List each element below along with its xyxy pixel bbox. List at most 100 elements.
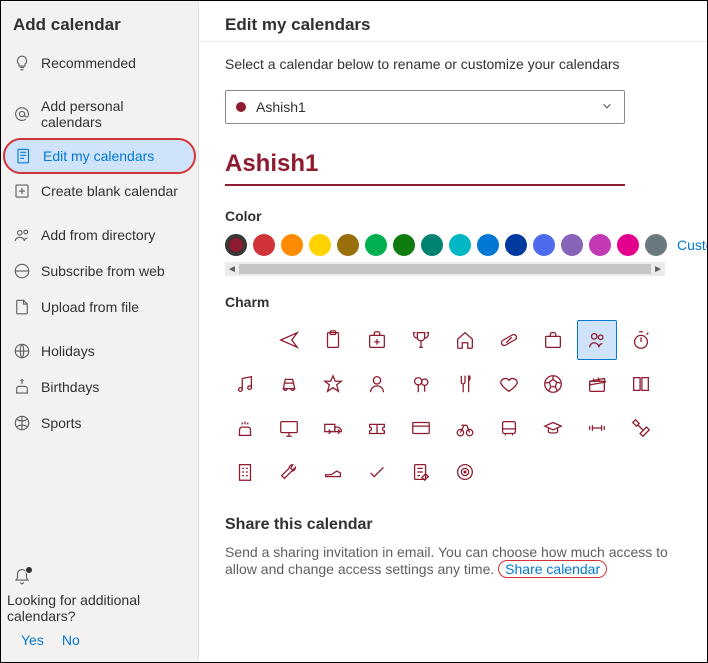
charm-grid [225, 320, 681, 492]
share-description: Send a sharing invitation in email. You … [225, 544, 681, 578]
charm-person[interactable] [357, 364, 397, 404]
notification-bell-icon[interactable] [13, 568, 31, 586]
sidebar-item-birthdays[interactable]: Birthdays [1, 369, 198, 405]
sidebar-item-label: Edit my calendars [43, 148, 154, 164]
share-calendar-link[interactable]: Share calendar [498, 560, 607, 578]
sidebar-item-add-personal[interactable]: Add personal calendars [1, 89, 198, 139]
sidebar-item-add-directory[interactable]: Add from directory [1, 217, 198, 253]
globe-sub-icon [13, 262, 31, 280]
sidebar-item-create-blank[interactable]: Create blank calendar [1, 173, 198, 209]
sidebar-item-label: Add from directory [41, 227, 155, 243]
plus-box-icon [13, 182, 31, 200]
page-subheading: Select a calendar below to rename or cus… [225, 56, 681, 72]
charm-bike[interactable] [445, 408, 485, 448]
chevron-down-icon [600, 99, 614, 116]
charm-plane[interactable] [269, 320, 309, 360]
color-swatch[interactable] [589, 234, 611, 256]
charm-shoe[interactable] [313, 452, 353, 492]
scroll-left-icon[interactable]: ◄ [227, 264, 237, 275]
share-heading: Share this calendar [225, 516, 681, 534]
charm-bus[interactable] [489, 408, 529, 448]
charm-clapper[interactable] [577, 364, 617, 404]
color-swatch[interactable] [365, 234, 387, 256]
charm-wrench[interactable] [269, 452, 309, 492]
scroll-thumb[interactable] [239, 264, 651, 274]
color-swatch[interactable] [617, 234, 639, 256]
charm-target[interactable] [445, 452, 485, 492]
color-swatch[interactable] [337, 234, 359, 256]
sidebar-footer: Looking for additional calendars? Yes No [1, 560, 198, 662]
charm-card[interactable] [401, 408, 441, 448]
color-swatch[interactable] [533, 234, 555, 256]
sidebar-item-label: Subscribe from web [41, 263, 165, 279]
color-swatch[interactable] [225, 234, 247, 256]
charm-heart[interactable] [489, 364, 529, 404]
charm-note-edit[interactable] [401, 452, 441, 492]
charm-clipboard[interactable] [313, 320, 353, 360]
charm-cake[interactable] [225, 408, 265, 448]
charm-car[interactable] [269, 364, 309, 404]
charm-check[interactable] [357, 452, 397, 492]
charm-dumbbell[interactable] [577, 408, 617, 448]
sidebar-item-label: Birthdays [41, 379, 99, 395]
charm-tools[interactable] [621, 408, 661, 448]
sidebar-item-label: Holidays [41, 343, 95, 359]
custom-color-link[interactable]: Custom [677, 237, 707, 253]
upload-icon [13, 298, 31, 316]
charm-book[interactable] [621, 364, 661, 404]
charm-fork[interactable] [445, 364, 485, 404]
charm-music[interactable] [225, 364, 265, 404]
charm-monitor[interactable] [269, 408, 309, 448]
cake-icon [13, 378, 31, 396]
calendar-select-value: Ashish1 [256, 99, 590, 115]
sidebar-item-label: Recommended [41, 55, 136, 71]
color-swatch[interactable] [477, 234, 499, 256]
footer-yes-link[interactable]: Yes [21, 632, 44, 648]
color-swatch[interactable] [253, 234, 275, 256]
sidebar-item-label: Add personal calendars [41, 98, 186, 130]
scroll-right-icon[interactable]: ► [653, 264, 663, 275]
charm-stopwatch[interactable] [621, 320, 661, 360]
sidebar: Add calendar Recommended Add personal ca… [1, 1, 199, 662]
sidebar-item-label: Upload from file [41, 299, 139, 315]
charm-pill[interactable] [489, 320, 529, 360]
color-swatch[interactable] [561, 234, 583, 256]
charm-building[interactable] [225, 452, 265, 492]
color-swatch[interactable] [309, 234, 331, 256]
sidebar-item-recommended[interactable]: Recommended [1, 45, 198, 81]
sidebar-item-label: Create blank calendar [41, 183, 178, 199]
color-swatch[interactable] [393, 234, 415, 256]
sidebar-item-edit-calendars[interactable]: Edit my calendars [5, 140, 194, 172]
sidebar-item-holidays[interactable]: Holidays [1, 333, 198, 369]
charm-soccer[interactable] [533, 364, 573, 404]
charm-star[interactable] [313, 364, 353, 404]
charm-balloons[interactable] [401, 364, 441, 404]
page-edit-icon [15, 147, 33, 165]
charm-truck[interactable] [313, 408, 353, 448]
color-swatch[interactable] [505, 234, 527, 256]
charm-briefcase[interactable] [533, 320, 573, 360]
sidebar-item-sports[interactable]: Sports [1, 405, 198, 441]
sidebar-item-upload-file[interactable]: Upload from file [1, 289, 198, 325]
charm-medkit[interactable] [357, 320, 397, 360]
at-icon [13, 105, 31, 123]
charm-people[interactable] [577, 320, 617, 360]
calendar-color-dot [236, 102, 246, 112]
charm-trophy[interactable] [401, 320, 441, 360]
color-swatch[interactable] [421, 234, 443, 256]
color-scrollbar[interactable]: ◄ ► [225, 262, 665, 276]
globe-icon [13, 342, 31, 360]
color-swatch[interactable] [449, 234, 471, 256]
color-swatch[interactable] [645, 234, 667, 256]
sports-icon [13, 414, 31, 432]
calendar-name-input[interactable]: Ashish1 [225, 150, 625, 186]
calendar-select[interactable]: Ashish1 [225, 90, 625, 124]
footer-no-link[interactable]: No [62, 632, 80, 648]
charm-home[interactable] [445, 320, 485, 360]
charm-blank[interactable] [225, 320, 265, 360]
charm-ticket[interactable] [357, 408, 397, 448]
sidebar-item-subscribe-web[interactable]: Subscribe from web [1, 253, 198, 289]
main-panel: Edit my calendars Select a calendar belo… [199, 1, 707, 662]
charm-gradcap[interactable] [533, 408, 573, 448]
color-swatch[interactable] [281, 234, 303, 256]
